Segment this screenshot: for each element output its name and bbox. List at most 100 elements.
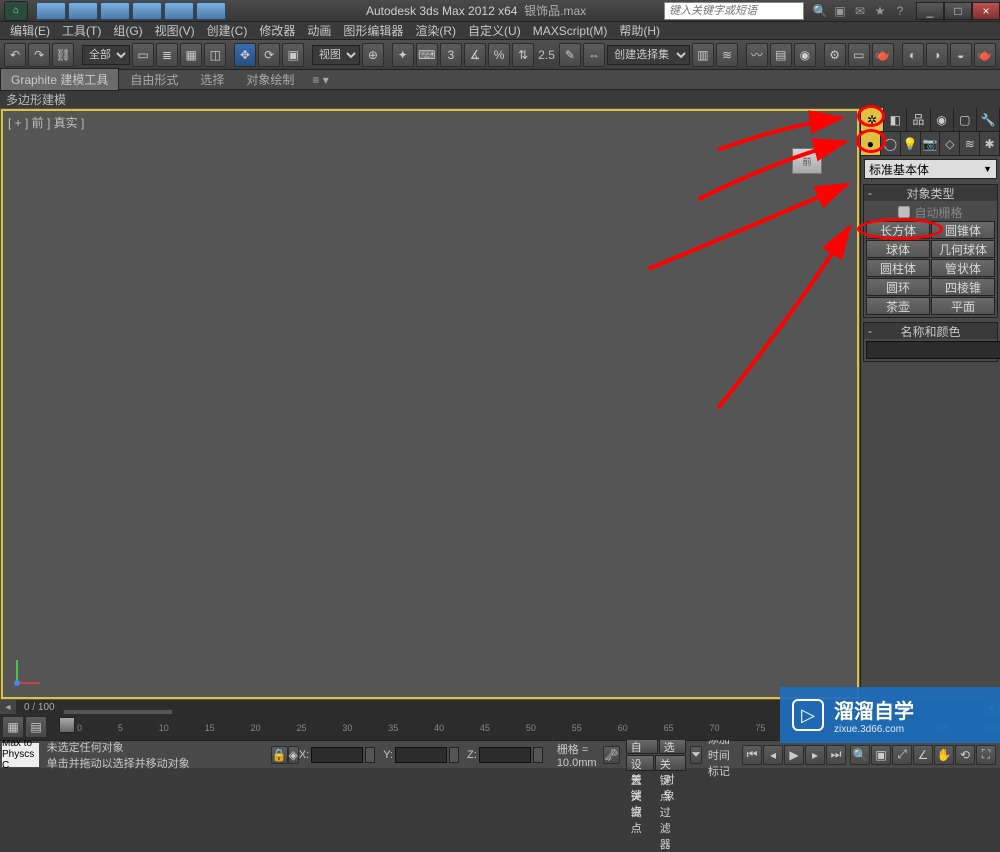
viewcube-face[interactable]: 前 [792,148,822,174]
ribbon-tab-paint[interactable]: 对象绘制 [235,68,305,91]
subtab-cameras[interactable]: 📷 [921,132,941,155]
rendered-frame-button[interactable]: ▭ [848,43,870,67]
primitive-cylinder-button[interactable]: 圆柱体 [866,259,930,277]
ref-coord-system[interactable]: 视图 [312,45,360,65]
rollout-header-namecolor[interactable]: 名称和颜色 [864,323,997,339]
pan-button[interactable]: ✋ [934,745,954,765]
object-name-input[interactable] [866,341,1000,359]
coord-x-input[interactable] [311,747,363,763]
align-button[interactable]: ▥ [692,43,714,67]
select-rotate-button[interactable]: ⟳ [258,43,280,67]
primitive-tube-button[interactable]: 管状体 [931,259,995,277]
favorites-icon[interactable]: ★ [872,3,888,19]
menu-help[interactable]: 帮助(H) [613,22,666,39]
maximize-button[interactable]: □ [944,2,972,20]
subtab-helpers[interactable]: ◇ [940,132,960,155]
search-icon[interactable]: 🔍 [812,3,828,19]
tab-create[interactable]: ✲ [861,108,884,131]
keyboard-shortcut-button[interactable]: ⌨ [416,43,438,67]
named-sel-sets[interactable]: 创建选择集 [607,45,690,65]
snap-toggle-button[interactable]: 3 [440,43,462,67]
zoom-button[interactable]: 🔍 [850,745,870,765]
use-center-button[interactable]: ⊕ [362,43,384,67]
coord-z-spin[interactable] [533,747,543,763]
timeline-config-1[interactable]: ▦ [2,716,24,738]
close-button[interactable]: × [972,2,1000,20]
ribbon-tab-freeform[interactable]: 自由形式 [119,68,189,91]
primitive-teapot-button[interactable]: 茶壶 [866,297,930,315]
timeline-config-2[interactable]: ▤ [25,716,47,738]
set-key-button[interactable]: 设置关键点 [626,755,654,771]
qa-btn-1[interactable] [36,2,66,20]
primitive-plane-button[interactable]: 平面 [931,297,995,315]
subtab-systems[interactable]: ✱ [980,132,1000,155]
qa-btn-3[interactable] [100,2,130,20]
trackbar-scroll-left[interactable]: ◂ [0,700,16,714]
primitive-sphere-button[interactable]: 球体 [866,240,930,258]
help-icon[interactable]: ? [892,3,908,19]
primitive-torus-button[interactable]: 圆环 [866,278,930,296]
transform-gizmo-button[interactable]: ◈ [288,746,299,764]
zoom-extents-button[interactable]: ⤢ [892,745,912,765]
menu-anim[interactable]: 动画 [301,22,337,39]
next-frame-button[interactable]: ▸ [805,745,825,765]
subtab-spacewarps[interactable]: ≋ [960,132,980,155]
percent-snap-button[interactable]: % [488,43,510,67]
select-move-button[interactable]: ✥ [234,43,256,67]
material-editor-button[interactable]: ◉ [794,43,816,67]
primitive-geosphere-button[interactable]: 几何球体 [931,240,995,258]
subtab-shapes[interactable]: ◯ [881,132,901,155]
communication-icon[interactable]: ✉ [852,3,868,19]
menu-render[interactable]: 渲染(R) [409,22,462,39]
render-setup-button[interactable]: ⚙ [824,43,846,67]
tab-motion[interactable]: ◉ [931,108,954,131]
time-tag-button[interactable]: ⏷ [690,746,702,764]
ribbon-tab-modeling[interactable]: Graphite 建模工具 [0,68,119,91]
qa-btn-4[interactable] [132,2,162,20]
mirror-button[interactable]: ⇔ [583,43,605,67]
extra-4[interactable]: 🫖 [974,43,996,67]
menu-script[interactable]: MAXScript(M) [527,24,614,38]
angle-snap-button[interactable]: ∡ [464,43,486,67]
menu-mods[interactable]: 修改器 [253,22,301,39]
prev-frame-button[interactable]: ◂ [763,745,783,765]
menu-tools[interactable]: 工具(T) [56,22,107,39]
redo-button[interactable]: ↷ [28,43,50,67]
link-button[interactable]: ⛓ [52,43,74,67]
tab-modify[interactable]: ◧ [884,108,907,131]
viewport-front[interactable]: [ + ] 前 ] 真实 ] 前 [1,109,859,699]
schematic-view-button[interactable]: ▤ [770,43,792,67]
time-slider-head[interactable] [59,717,75,733]
qa-btn-2[interactable] [68,2,98,20]
create-category-dropdown[interactable]: 标准基本体 [864,159,997,179]
coord-y-input[interactable] [395,747,447,763]
autogrid-checkbox[interactable] [898,206,910,218]
menu-views[interactable]: 视图(V) [149,22,201,39]
extra-2[interactable]: ◑ [926,43,948,67]
isolate-button[interactable]: 🗝 [603,746,620,764]
goto-start-button[interactable]: ⏮ [742,745,762,765]
select-by-name-button[interactable]: ≣ [156,43,178,67]
tab-utilities[interactable]: 🔧 [977,108,1000,131]
zoom-all-button[interactable]: ▣ [871,745,891,765]
qa-btn-6[interactable] [196,2,226,20]
minimize-button[interactable]: _ [916,2,944,20]
selection-filter[interactable]: 全部 [82,45,130,65]
help-search-input[interactable] [664,2,804,20]
viewport-area[interactable]: [ + ] 前 ] 真实 ] 前 [0,108,860,700]
select-object-button[interactable]: ▭ [132,43,154,67]
goto-end-button[interactable]: ⏭ [826,745,846,765]
edit-named-sel-button[interactable]: ✎ [559,43,581,67]
ribbon-min-button[interactable]: ≡ ▾ [305,70,335,90]
layers-button[interactable]: ≋ [716,43,738,67]
maxscript-listener-button[interactable]: Max to Physcs C [2,743,39,767]
auto-key-button[interactable]: 自动关键点 [626,738,658,754]
tab-display[interactable]: ▢ [954,108,977,131]
render-button[interactable]: 🫖 [872,43,894,67]
spinner-snap-button[interactable]: ⇅ [512,43,534,67]
tab-hierarchy[interactable]: 品 [907,108,930,131]
orbit-button[interactable]: ⟲ [955,745,975,765]
menu-create[interactable]: 创建(C) [201,22,254,39]
menu-custom[interactable]: 自定义(U) [462,22,527,39]
menu-graph[interactable]: 图形编辑器 [337,22,409,39]
